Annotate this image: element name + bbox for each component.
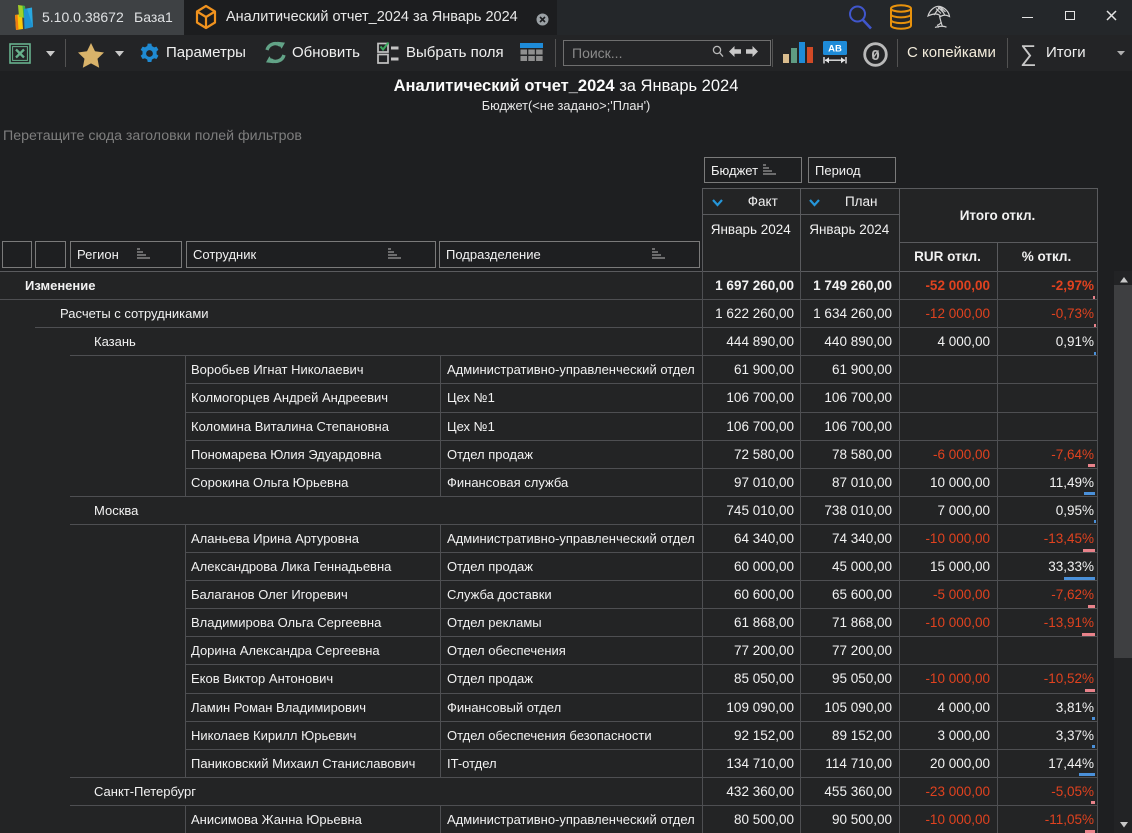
svg-text:AB: AB <box>828 44 842 55</box>
